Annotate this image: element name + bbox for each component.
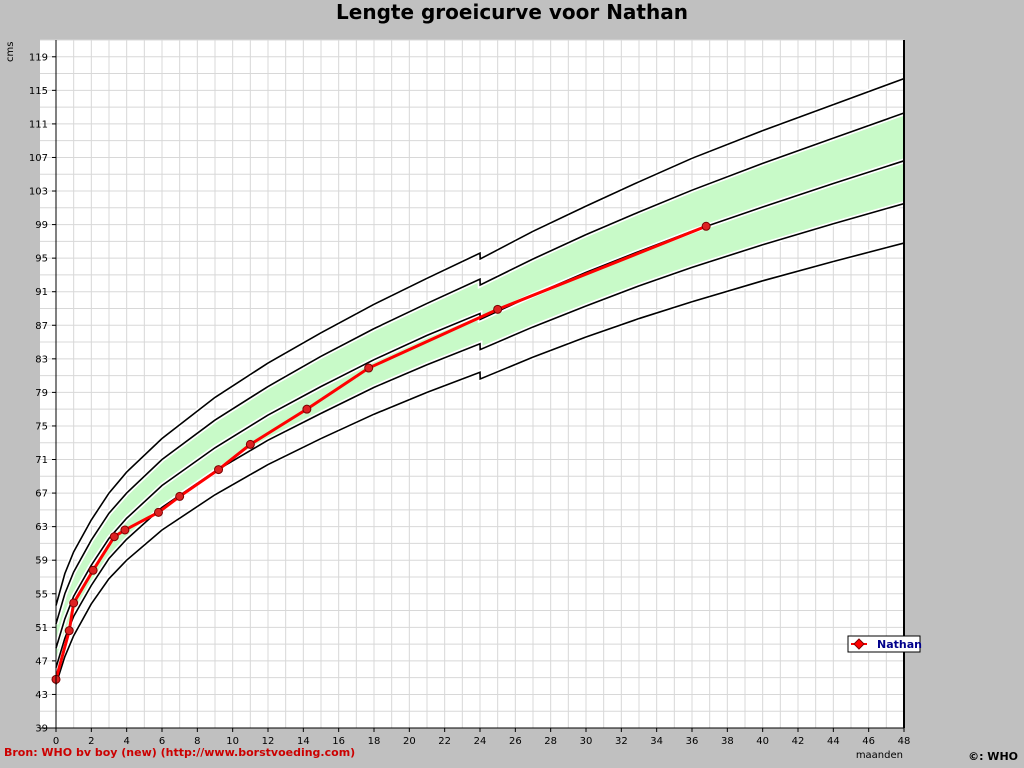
legend: Nathan xyxy=(847,635,922,653)
x-tick-label: 36 xyxy=(686,736,699,747)
plot-area xyxy=(40,40,904,728)
y-tick-label: 79 xyxy=(35,388,48,399)
y-tick-label: 119 xyxy=(29,52,48,63)
source-note: Bron: WHO bv boy (new) (http://www.borst… xyxy=(4,746,356,759)
x-axis-title: maanden xyxy=(856,750,903,761)
y-tick-label: 75 xyxy=(35,421,48,432)
x-tick-label: 34 xyxy=(650,736,663,747)
y-tick-label: 71 xyxy=(35,455,48,466)
y-tick-label: 39 xyxy=(35,724,48,735)
y-tick-label: 47 xyxy=(35,656,48,667)
data-point xyxy=(364,363,374,373)
data-point xyxy=(153,507,163,517)
data-point xyxy=(493,304,503,314)
data-point xyxy=(88,565,98,575)
data-point xyxy=(701,221,711,231)
data-point xyxy=(64,626,74,636)
y-tick-label: 63 xyxy=(35,522,48,533)
y-tick-label: 99 xyxy=(35,220,48,231)
y-tick-label: 55 xyxy=(35,589,48,600)
x-tick-label: 26 xyxy=(509,736,522,747)
growth-chart: 0 2 4 6 8 10 12 14 16 18 20 22 24 26 28 30 32 34 36 38 40 42 4… xyxy=(5,39,922,761)
data-point xyxy=(175,491,185,501)
data-point xyxy=(69,598,79,608)
x-tick-labels: 0 2 4 6 8 10 12 14 16 18 20 22 24 26 28 30 32 34 36 38 40 42 4… xyxy=(53,728,911,747)
y-tick-label: 91 xyxy=(35,287,48,298)
y-tick-label: 103 xyxy=(29,187,48,198)
y-tick-label: 43 xyxy=(35,690,48,701)
x-tick-label: 40 xyxy=(756,736,769,747)
data-point xyxy=(302,404,312,414)
y-tick-label: 95 xyxy=(35,254,48,265)
x-tick-label: 18 xyxy=(368,736,381,747)
y-tick-label: 111 xyxy=(29,119,48,130)
x-tick-label: 20 xyxy=(403,736,416,747)
x-tick-label: 38 xyxy=(721,736,734,747)
copyright-note: ©: WHO xyxy=(968,750,1018,763)
x-tick-label: 30 xyxy=(580,736,593,747)
x-tick-label: 32 xyxy=(615,736,628,747)
legend-label: Nathan xyxy=(877,638,922,651)
data-point xyxy=(109,532,119,542)
y-tick-label: 87 xyxy=(35,321,48,332)
data-point xyxy=(120,525,130,535)
data-point xyxy=(214,465,224,475)
y-axis-title: cms xyxy=(5,42,16,62)
y-tick-label: 67 xyxy=(35,489,48,500)
y-tick-label: 83 xyxy=(35,354,48,365)
x-tick-label: 48 xyxy=(898,736,911,747)
y-tick-label: 51 xyxy=(35,623,48,634)
x-tick-label: 24 xyxy=(474,736,487,747)
x-tick-label: 22 xyxy=(438,736,451,747)
y-tick-label: 59 xyxy=(35,556,48,567)
data-point xyxy=(245,439,255,449)
x-tick-label: 42 xyxy=(792,736,805,747)
x-tick-label: 44 xyxy=(827,736,840,747)
y-tick-label: 115 xyxy=(29,86,48,97)
x-tick-label: 28 xyxy=(544,736,557,747)
y-tick-label: 107 xyxy=(29,153,48,164)
x-tick-label: 46 xyxy=(862,736,875,747)
